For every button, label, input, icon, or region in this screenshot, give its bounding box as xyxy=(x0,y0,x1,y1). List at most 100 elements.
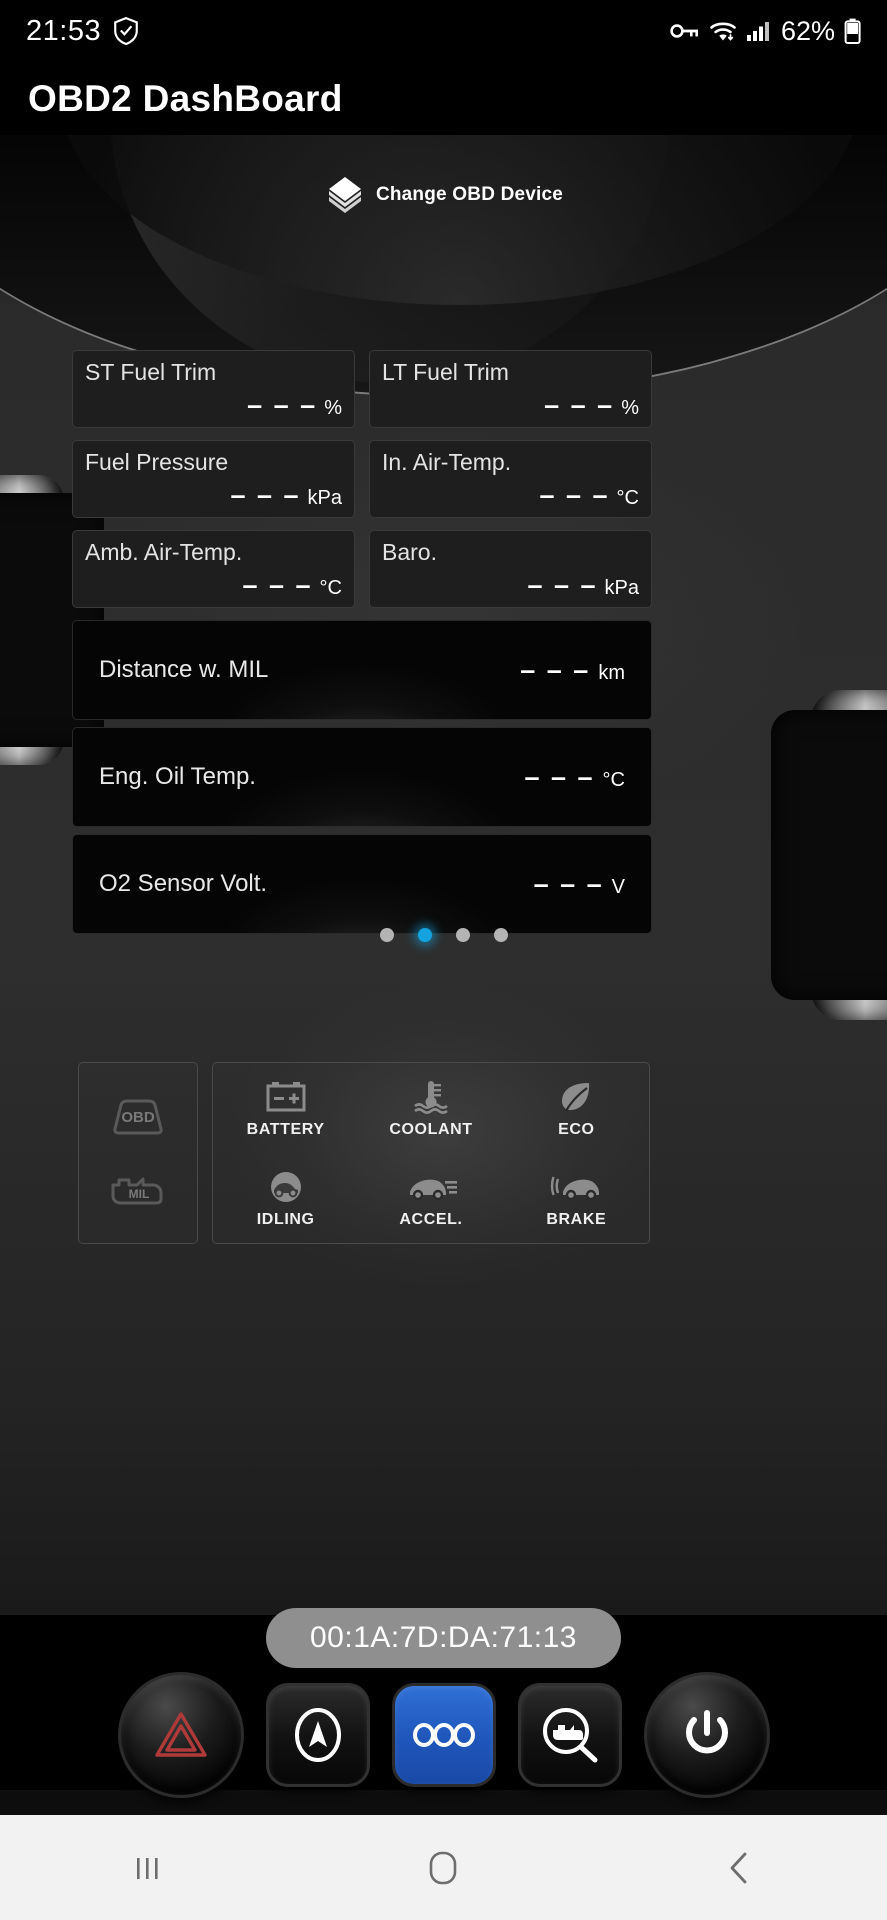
gauge-card-ambient-air-temp[interactable]: Amb. Air-Temp. – – – °C xyxy=(72,530,355,608)
page-indicator[interactable] xyxy=(0,928,887,942)
gauge-value-group: – – – °C xyxy=(524,762,625,793)
battery-terminal-icon xyxy=(263,1078,309,1116)
gauge-value-group: – – – °C xyxy=(539,480,639,511)
gauge-card-engine-oil-temp[interactable]: Eng. Oil Temp. – – – °C xyxy=(72,727,652,827)
gauge-value: – – – xyxy=(524,761,595,792)
eco-leaf-icon xyxy=(555,1078,597,1116)
gauge-value: – – – xyxy=(527,570,598,600)
power-icon xyxy=(681,1707,733,1763)
obd-status-panel[interactable]: OBD MIL xyxy=(78,1062,198,1244)
gauge-card-barometric[interactable]: Baro. – – – kPa xyxy=(369,530,652,608)
status-bar-right: 62% xyxy=(670,16,861,47)
gauge-card-lt-fuel-trim[interactable]: LT Fuel Trim – – – % xyxy=(369,350,652,428)
braking-car-icon xyxy=(550,1168,602,1206)
gauge-label: ST Fuel Trim xyxy=(85,359,217,385)
change-obd-device-button[interactable]: Change OBD Device xyxy=(0,172,887,218)
gauge-value: – – – xyxy=(230,480,301,510)
accelerating-car-icon xyxy=(405,1168,457,1206)
gauge-label: Baro. xyxy=(382,539,437,565)
gauge-unit: % xyxy=(621,397,639,419)
gauge-unit: °C xyxy=(602,768,625,791)
key-icon xyxy=(670,21,700,41)
change-obd-device-label: Change OBD Device xyxy=(375,184,564,205)
status-label: IDLING xyxy=(256,1210,315,1228)
check-engine-mil-icon: MIL xyxy=(103,1169,173,1211)
gauge-unit: km xyxy=(598,661,625,684)
diagnostics-button[interactable] xyxy=(517,1683,622,1787)
home-icon xyxy=(425,1849,461,1887)
air-vent-right xyxy=(771,690,887,1020)
recents-icon xyxy=(131,1851,165,1885)
status-item-brake[interactable]: BRAKE xyxy=(504,1153,649,1243)
gauge-value: – – – xyxy=(533,868,604,899)
three-dots-icon xyxy=(411,1722,477,1748)
page-dot-3[interactable] xyxy=(455,928,470,942)
phone-screen: 21:53 62% OBD2 DashBoard Change OBD Devi… xyxy=(0,0,887,1920)
page-title: OBD2 DashBoard xyxy=(28,78,343,119)
gauge-label: O2 Sensor Volt. xyxy=(99,870,268,897)
page-dot-2-active[interactable] xyxy=(417,928,432,942)
gauge-label: Amb. Air-Temp. xyxy=(85,539,243,565)
status-item-idling[interactable]: IDLING xyxy=(213,1153,358,1243)
gauge-value: – – – xyxy=(242,570,313,600)
hazard-triangle-icon xyxy=(153,1709,209,1761)
coolant-temp-icon xyxy=(408,1078,454,1116)
device-mac-address: 00:1A:7D:DA:71:13 xyxy=(265,1608,621,1668)
gauge-row-1: ST Fuel Trim – – – % LT Fuel Trim – – – … xyxy=(72,350,652,428)
back-icon xyxy=(724,1850,754,1886)
indicator-panels: OBD MIL BATTERY COOLANT ECO IDLING ACCEL… xyxy=(78,1062,650,1244)
wifi-icon xyxy=(709,19,737,43)
gauge-unit: °C xyxy=(319,577,342,599)
gauge-row-2: Fuel Pressure – – – kPa In. Air-Temp. – … xyxy=(72,440,652,518)
svg-text:OBD: OBD xyxy=(121,1109,155,1126)
status-label: COOLANT xyxy=(389,1120,473,1138)
status-item-battery[interactable]: BATTERY xyxy=(213,1063,358,1153)
status-item-accel[interactable]: ACCEL. xyxy=(358,1153,503,1243)
hazard-button[interactable] xyxy=(117,1672,244,1798)
status-bar-left: 21:53 xyxy=(26,15,139,48)
navigation-arrow-icon xyxy=(288,1705,348,1765)
back-button[interactable] xyxy=(679,1815,799,1920)
navigation-button[interactable] xyxy=(265,1683,370,1787)
gauge-value-group: – – – °C xyxy=(242,570,342,601)
shield-check-icon xyxy=(113,17,139,45)
gauge-unit: °C xyxy=(616,487,639,509)
gauge-value-group: – – – kPa xyxy=(230,480,342,511)
gauge-value-group: – – – % xyxy=(247,390,342,421)
home-button[interactable] xyxy=(383,1815,503,1920)
gauge-card-intake-air-temp[interactable]: In. Air-Temp. – – – °C xyxy=(369,440,652,518)
gauge-card-o2-sensor-volt[interactable]: O2 Sensor Volt. – – – V xyxy=(72,834,652,934)
obd-plug-icon: OBD xyxy=(103,1095,173,1137)
device-mac-pill: 00:1A:7D:DA:71:13 xyxy=(0,1608,887,1668)
page-dot-4[interactable] xyxy=(493,928,508,942)
air-vent-left xyxy=(0,475,104,765)
gauge-value: – – – xyxy=(247,390,318,420)
idling-car-circle-icon xyxy=(265,1168,307,1206)
status-label: ECO xyxy=(558,1120,595,1138)
android-status-bar: 21:53 62% xyxy=(0,0,887,62)
page-dot-1[interactable] xyxy=(379,928,394,942)
gauge-label: Fuel Pressure xyxy=(85,449,229,475)
gauge-card-st-fuel-trim[interactable]: ST Fuel Trim – – – % xyxy=(72,350,355,428)
vehicle-status-grid: BATTERY COOLANT ECO IDLING ACCEL. BRAKE xyxy=(212,1062,650,1244)
more-button[interactable] xyxy=(391,1683,496,1787)
status-item-eco[interactable]: ECO xyxy=(504,1063,649,1153)
gauge-value: – – – xyxy=(544,390,615,420)
gauge-unit: % xyxy=(324,397,342,419)
status-label: BATTERY xyxy=(246,1120,325,1138)
gauge-value: – – – xyxy=(520,654,591,685)
status-item-coolant[interactable]: COOLANT xyxy=(358,1063,503,1153)
gauge-value-group: – – – % xyxy=(544,390,639,421)
gauge-label: LT Fuel Trim xyxy=(382,359,509,385)
bottom-control-bar xyxy=(0,1655,887,1815)
engine-scan-icon xyxy=(538,1704,602,1766)
gauge-row-3: Amb. Air-Temp. – – – °C Baro. – – – kPa xyxy=(72,530,652,608)
svg-text:MIL: MIL xyxy=(129,1187,150,1201)
gauge-unit: V xyxy=(611,875,625,898)
gauge-card-distance-with-mil[interactable]: Distance w. MIL – – – km xyxy=(72,620,652,720)
recents-button[interactable] xyxy=(88,1815,208,1920)
gauge-card-fuel-pressure[interactable]: Fuel Pressure – – – kPa xyxy=(72,440,355,518)
power-button[interactable] xyxy=(643,1672,770,1798)
cellular-signal-icon xyxy=(746,19,772,43)
gauge-unit: kPa xyxy=(604,577,639,599)
